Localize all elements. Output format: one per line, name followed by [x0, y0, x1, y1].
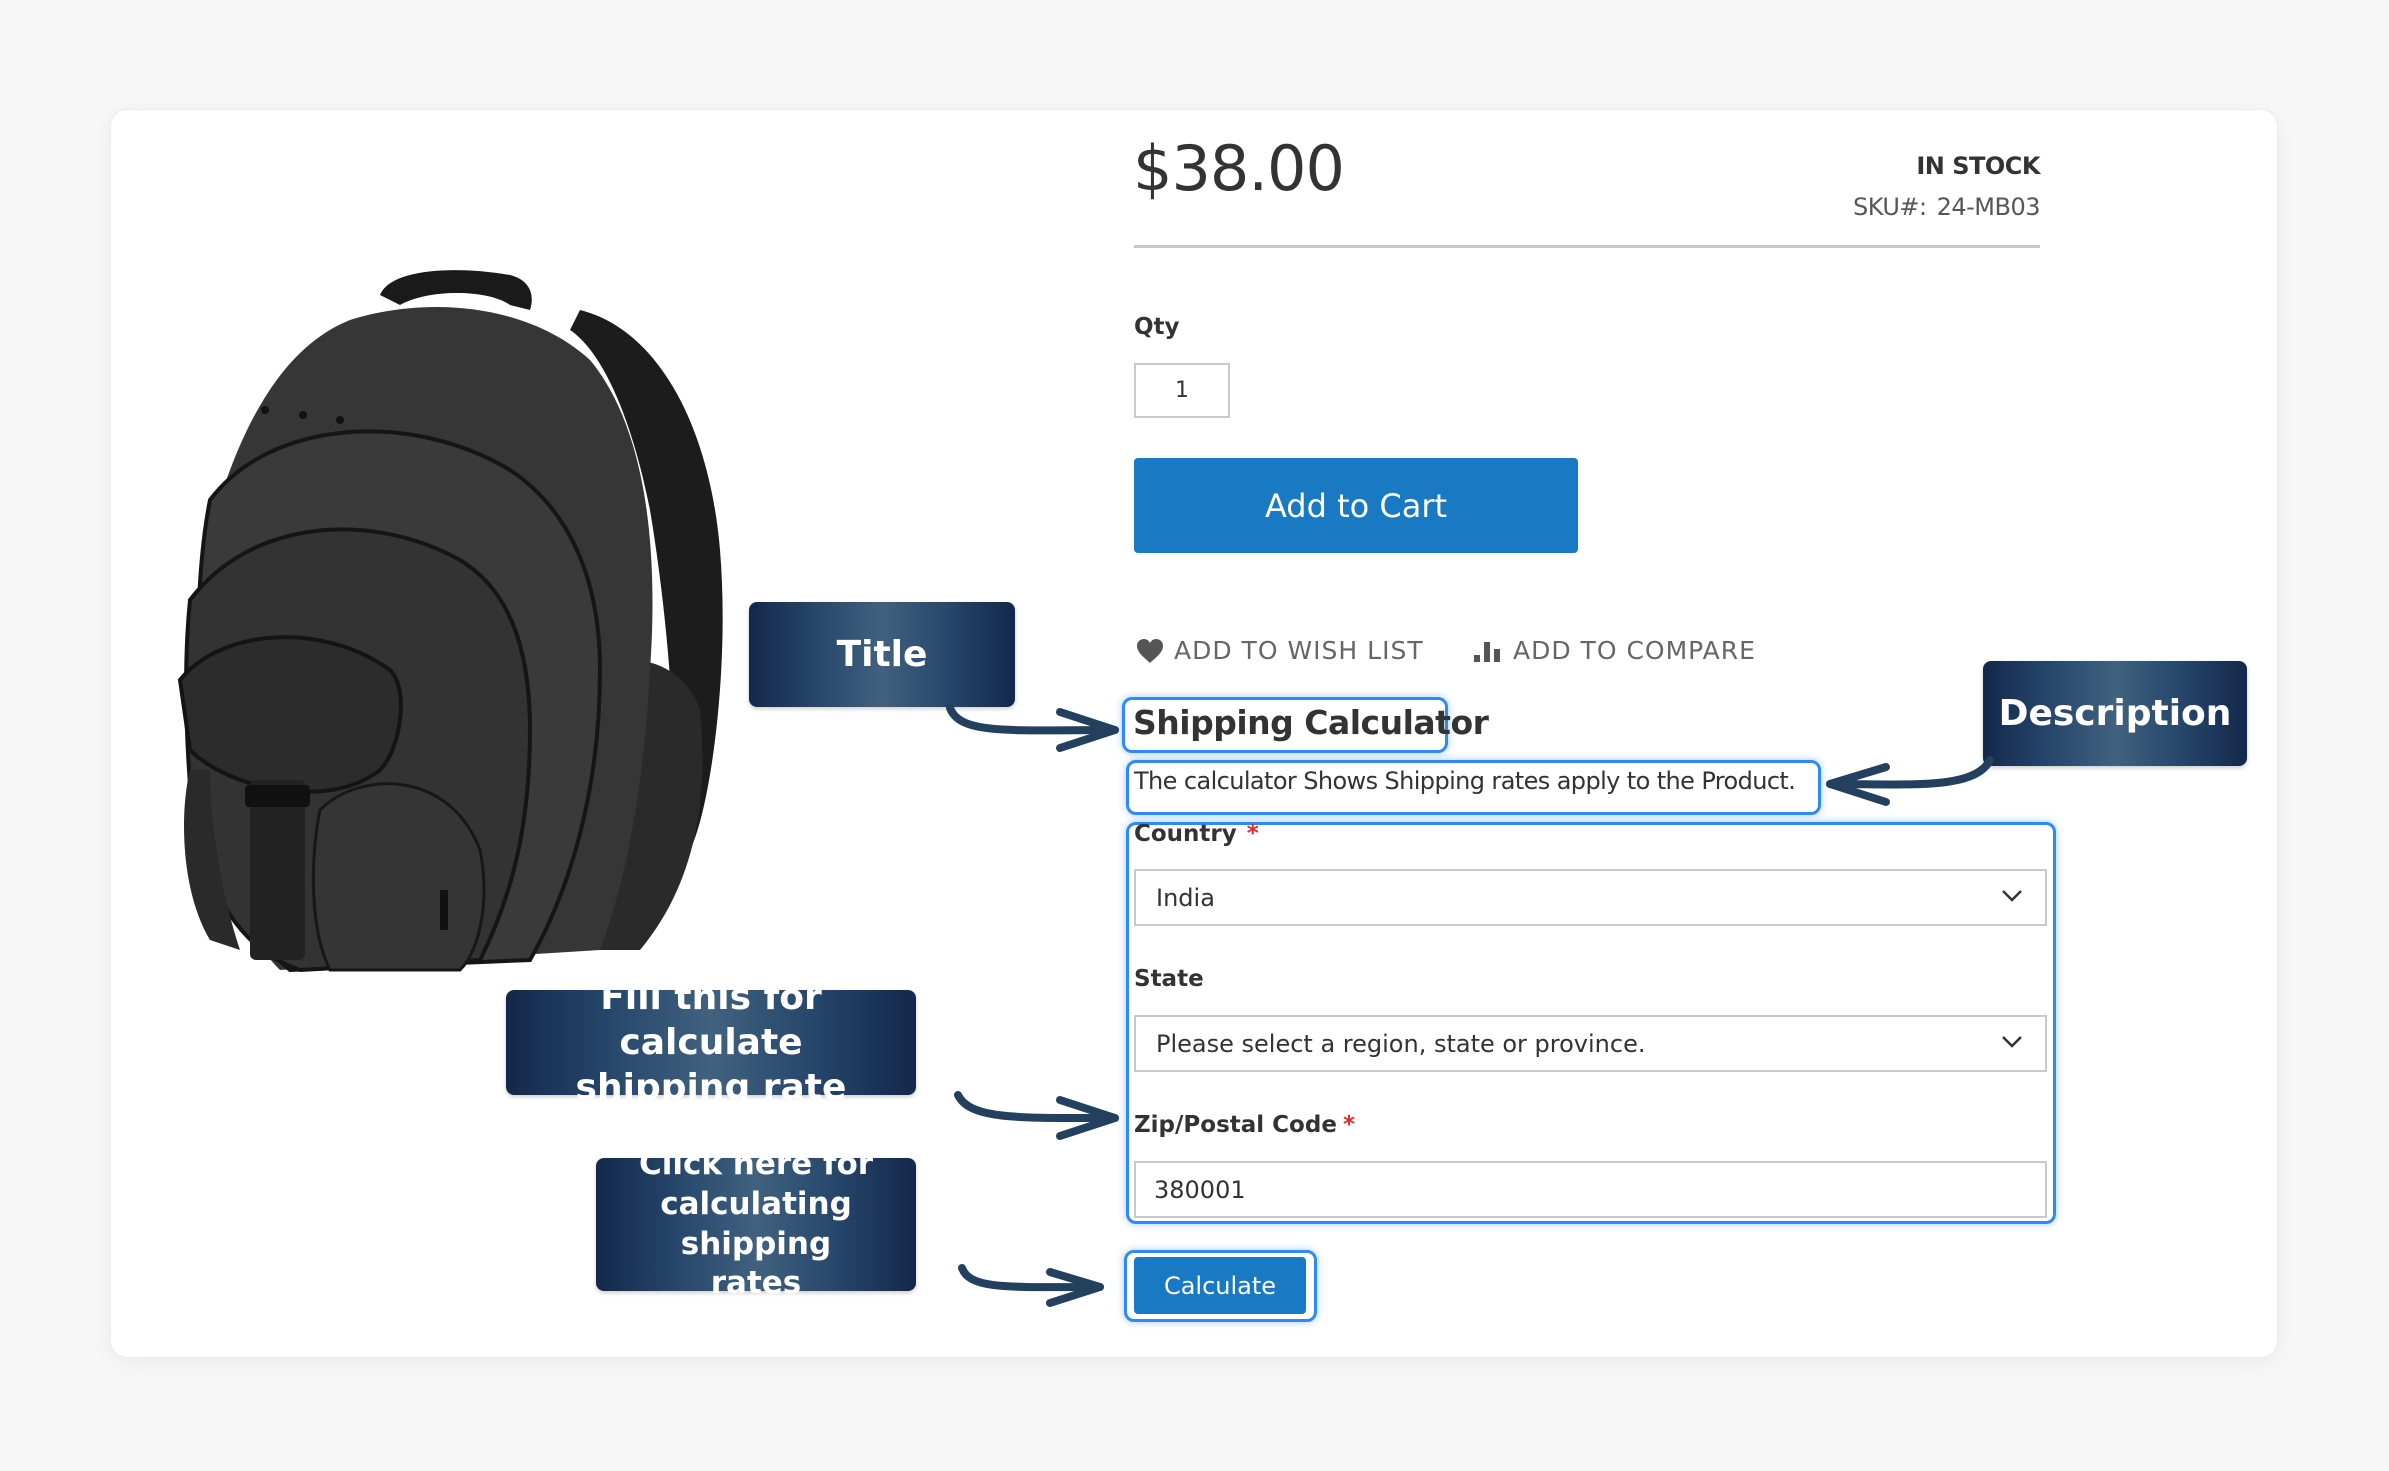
price-divider — [1134, 245, 2040, 248]
compare-icon — [1474, 641, 1500, 662]
callout-click-text: Click here for calculating shipping rate… — [638, 1146, 874, 1302]
heart-icon — [1137, 638, 1163, 663]
state-value: Please select a region, state or provinc… — [1156, 1029, 1646, 1058]
qty-label: Qty — [1134, 314, 1180, 340]
add-to-wish-list-link[interactable]: ADD TO WISH LIST — [1136, 636, 1424, 665]
chevron-down-icon — [2002, 890, 2022, 902]
wish-list-label: ADD TO WISH LIST — [1174, 636, 1424, 665]
compare-label: ADD TO COMPARE — [1513, 636, 1756, 665]
state-select[interactable]: Please select a region, state or provinc… — [1134, 1015, 2047, 1072]
country-label-text: Country — [1134, 821, 1237, 847]
shipping-calculator-title: Shipping Calculator — [1133, 703, 1489, 742]
product-image — [150, 250, 750, 990]
required-marker: * — [1342, 1112, 1355, 1138]
add-to-compare-link[interactable]: ADD TO COMPARE — [1473, 636, 1756, 665]
zip-label-text: Zip/Postal Code — [1134, 1112, 1337, 1138]
calculate-button[interactable]: Calculate — [1134, 1257, 1306, 1314]
callout-description: Description — [1983, 661, 2247, 766]
sku: SKU#: 24-MB03 — [1852, 193, 2041, 221]
callout-title: Title — [749, 602, 1015, 707]
chevron-down-icon — [2002, 1036, 2022, 1048]
sku-label: SKU#: — [1852, 193, 1927, 221]
sku-value: 24-MB03 — [1936, 193, 2041, 221]
zip-input[interactable] — [1134, 1161, 2047, 1218]
shipping-calculator-description: The calculator Shows Shipping rates appl… — [1134, 767, 1796, 795]
state-label: State — [1134, 966, 1204, 992]
stock-status: IN STOCK — [1916, 152, 2040, 180]
country-label: Country * — [1134, 821, 1259, 847]
qty-input[interactable] — [1134, 363, 1230, 418]
zip-label: Zip/Postal Code * — [1134, 1112, 1355, 1138]
callout-click-calculate: Click here for calculating shipping rate… — [596, 1146, 916, 1301]
callout-fill-text: Fill this for calculate shipping rate — [575, 977, 847, 1108]
required-marker: * — [1246, 821, 1259, 847]
country-select[interactable]: India — [1134, 869, 2047, 926]
callout-fill-form: Fill this for calculate shipping rate — [506, 977, 916, 1108]
backpack-image — [177, 270, 723, 973]
add-to-cart-button[interactable]: Add to Cart — [1134, 458, 1578, 553]
product-price: $38.00 — [1133, 132, 1345, 205]
country-value: India — [1156, 883, 1215, 912]
